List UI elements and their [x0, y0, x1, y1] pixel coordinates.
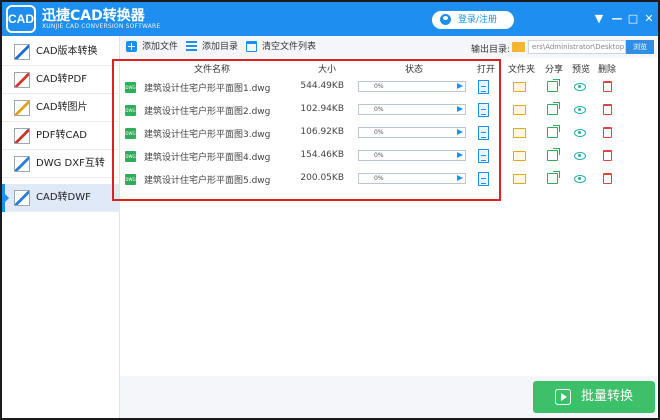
- sidebar-item-label: CAD转PDF: [36, 74, 88, 85]
- folder-icon[interactable]: [512, 42, 525, 52]
- title-bar: CAD 迅捷CAD转换器 XUNJIE CAD CONVERSION SOFTW…: [2, 2, 658, 36]
- clear-list-label: 清空文件列表: [262, 42, 317, 52]
- pdf-to-cad-icon: [14, 128, 30, 144]
- open-folder-icon[interactable]: [513, 82, 526, 92]
- column-header-preview: 预览: [572, 65, 591, 75]
- cad-to-image-icon: [14, 100, 30, 116]
- toolbar: 添加文件 添加目录 清空文件列表 输出目录: ers\Administrator…: [120, 36, 658, 58]
- batch-convert-label: 批量转换: [581, 389, 634, 404]
- column-header-folder: 文件夹: [508, 65, 536, 75]
- close-icon[interactable]: ✕: [642, 12, 656, 25]
- open-folder-icon[interactable]: [513, 151, 526, 161]
- sidebar-item-pdf-to-cad[interactable]: PDF转CAD: [2, 122, 120, 150]
- add-file-button[interactable]: 添加文件: [126, 40, 178, 54]
- sidebar-item-cad-version[interactable]: CAD版本转换: [2, 38, 120, 66]
- sidebar-item-label: PDF转CAD: [36, 130, 88, 141]
- preview-icon[interactable]: [574, 106, 586, 114]
- play-icon: [555, 389, 571, 405]
- delete-icon[interactable]: [603, 81, 612, 92]
- sidebar: CAD版本转换 CAD转PDF CAD转图片 PDF转CAD DWG DXF互转…: [2, 36, 120, 418]
- delete-icon[interactable]: [603, 127, 612, 138]
- login-label: 登录/注册: [458, 15, 498, 25]
- sidebar-item-label: DWG DXF互转: [36, 158, 105, 169]
- cad-to-dwf-icon: [14, 190, 30, 206]
- column-header-delete: 删除: [598, 65, 617, 75]
- open-folder-icon[interactable]: [513, 174, 526, 184]
- preview-icon[interactable]: [574, 129, 586, 137]
- list-icon: [186, 41, 197, 52]
- batch-convert-button[interactable]: 批量转换: [533, 381, 655, 413]
- minimize-icon[interactable]: —: [610, 12, 624, 25]
- preview-icon[interactable]: [574, 175, 586, 183]
- delete-icon[interactable]: [603, 173, 612, 184]
- output-path-input[interactable]: ers\Administrator\Desktop: [528, 40, 626, 54]
- app-window: CAD 迅捷CAD转换器 XUNJIE CAD CONVERSION SOFTW…: [0, 0, 660, 420]
- maximize-icon[interactable]: □: [626, 12, 640, 25]
- add-dir-label: 添加目录: [202, 42, 239, 52]
- delete-icon[interactable]: [603, 150, 612, 161]
- app-subtitle: XUNJIE CAD CONVERSION SOFTWARE: [42, 23, 161, 30]
- share-icon[interactable]: [547, 125, 560, 138]
- add-dir-button[interactable]: 添加目录: [186, 40, 238, 54]
- sidebar-item-cad-to-pdf[interactable]: CAD转PDF: [2, 66, 120, 94]
- cad-to-pdf-icon: [14, 72, 30, 88]
- sidebar-item-cad-to-dwf[interactable]: CAD转DWF: [2, 184, 120, 212]
- user-icon: [440, 14, 451, 25]
- login-button[interactable]: 登录/注册: [432, 11, 514, 29]
- sidebar-item-label: CAD转图片: [36, 102, 88, 113]
- active-indicator-icon: [5, 194, 9, 202]
- sidebar-item-cad-to-image[interactable]: CAD转图片: [2, 94, 120, 122]
- open-folder-icon[interactable]: [513, 105, 526, 115]
- sidebar-item-label: CAD版本转换: [36, 46, 98, 57]
- browse-button[interactable]: 浏览: [626, 40, 654, 54]
- cad-version-icon: [14, 44, 30, 60]
- output-dir-label: 输出目录:: [471, 45, 511, 55]
- sidebar-item-label: CAD转DWF: [36, 192, 91, 203]
- menu-dropdown-icon[interactable]: ▼: [592, 12, 606, 25]
- share-icon[interactable]: [547, 148, 560, 161]
- share-icon[interactable]: [547, 171, 560, 184]
- add-file-label: 添加文件: [142, 42, 179, 52]
- highlight-box: [112, 59, 501, 201]
- open-folder-icon[interactable]: [513, 128, 526, 138]
- column-header-share: 分享: [545, 65, 564, 75]
- dwg-dxf-icon: [14, 156, 30, 172]
- app-logo: CAD: [6, 5, 36, 33]
- app-title: 迅捷CAD转换器: [42, 8, 145, 24]
- sidebar-item-dwg-dxf[interactable]: DWG DXF互转: [2, 150, 120, 178]
- share-icon[interactable]: [547, 79, 560, 92]
- share-icon[interactable]: [547, 102, 560, 115]
- trash-icon: [246, 41, 257, 52]
- clear-list-button[interactable]: 清空文件列表: [246, 40, 316, 54]
- delete-icon[interactable]: [603, 104, 612, 115]
- preview-icon[interactable]: [574, 152, 586, 160]
- preview-icon[interactable]: [574, 83, 586, 91]
- plus-icon: [126, 41, 137, 52]
